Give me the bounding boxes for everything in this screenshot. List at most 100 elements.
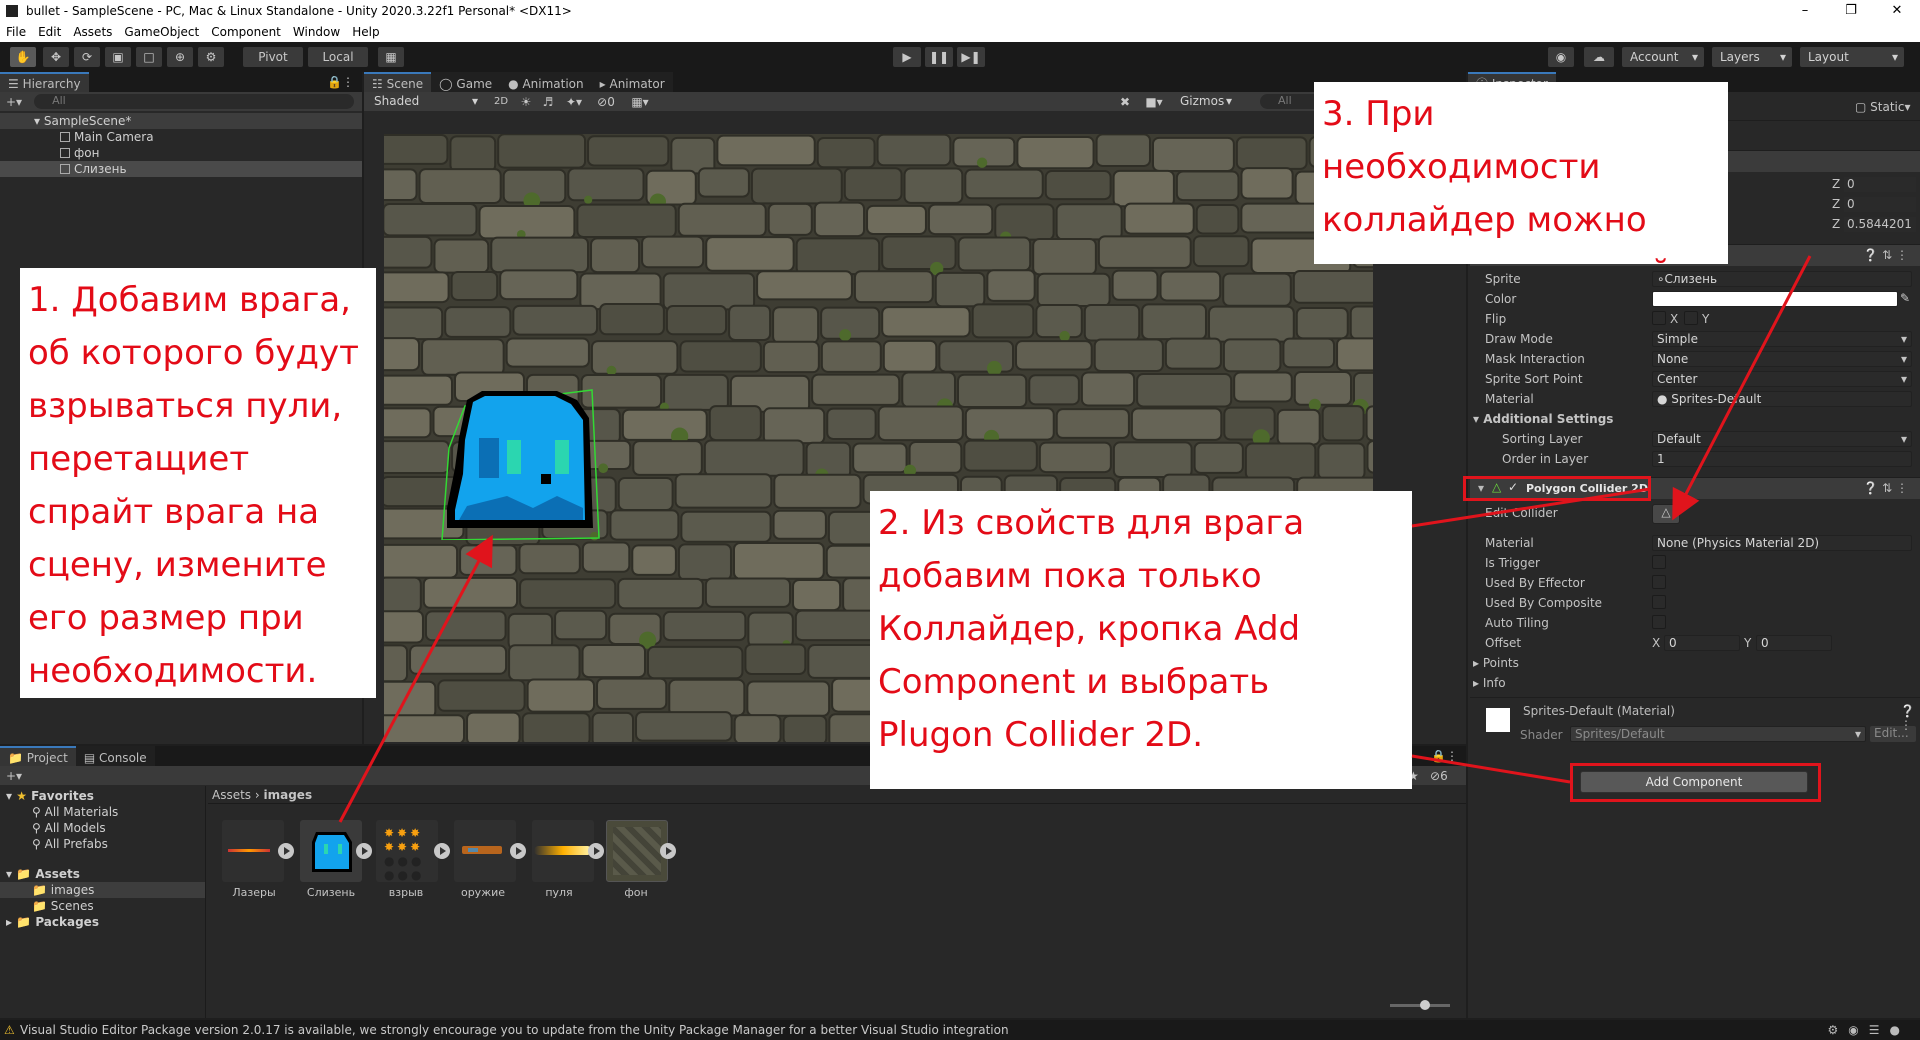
info-foldout[interactable]: ▸ Info xyxy=(1473,676,1506,690)
project-hidden-toggle[interactable]: ⊘6 xyxy=(1430,769,1448,783)
play-icon[interactable] xyxy=(278,843,294,859)
slime-sprite[interactable] xyxy=(437,388,601,541)
color-field[interactable] xyxy=(1652,291,1898,307)
close-button[interactable]: ✕ xyxy=(1874,0,1920,22)
favorites-row[interactable]: ▾ ★ Favorites xyxy=(0,788,205,804)
scene-root-row[interactable]: ▾ SampleScene* xyxy=(0,113,362,129)
component-menu-icon[interactable]: ❔ ⇅ ⋮ xyxy=(1863,248,1908,262)
used-by-composite-checkbox[interactable] xyxy=(1652,595,1666,609)
step-button[interactable]: ▶❚ xyxy=(957,47,985,67)
menu-component[interactable]: Component xyxy=(205,25,287,39)
edit-collider-button[interactable]: △ xyxy=(1652,504,1680,524)
tab-hierarchy[interactable]: ☰ Hierarchy xyxy=(0,72,89,92)
grid-toggle-icon[interactable]: ▦▾ xyxy=(626,93,654,110)
tab-scene[interactable]: ☷ Scene xyxy=(364,72,432,92)
scale-tool-icon[interactable]: ▣ xyxy=(105,47,131,67)
hierarchy-item-fon[interactable]: фон xyxy=(0,145,362,161)
transform-z-field[interactable]: 0 xyxy=(1844,177,1917,192)
tab-project[interactable]: 📁 Project xyxy=(0,746,76,766)
status-message[interactable]: Visual Studio Editor Package version 2.0… xyxy=(20,1023,1009,1037)
minimize-button[interactable]: – xyxy=(1782,0,1828,22)
offset-x-field[interactable]: 0 xyxy=(1664,635,1740,651)
camera-icon[interactable]: ■▾ xyxy=(1140,93,1168,110)
menu-assets[interactable]: Assets xyxy=(67,25,118,39)
lock-icon[interactable]: 🔒⋮ xyxy=(319,72,362,92)
auto-tiling-checkbox[interactable] xyxy=(1652,615,1666,629)
tab-animation[interactable]: ● Animation xyxy=(500,72,592,92)
cloud-icon[interactable]: ☁ xyxy=(1584,47,1614,67)
asset-thumb-slime[interactable] xyxy=(300,820,362,882)
project-lock-icon[interactable]: 🔒⋮ xyxy=(1423,746,1466,766)
play-icon[interactable] xyxy=(588,843,604,859)
shader-dropdown[interactable]: Sprites/Default xyxy=(1570,726,1866,742)
folder-scenes[interactable]: 📁 Scenes xyxy=(0,898,205,914)
lighting-icon[interactable]: ☀ xyxy=(516,93,536,110)
hand-tool-icon[interactable]: ✋ xyxy=(10,47,36,67)
asset-thumb-weapon[interactable] xyxy=(454,820,516,882)
rect-tool-icon[interactable]: □ xyxy=(136,47,162,67)
asset-thumb-lasers[interactable] xyxy=(222,820,284,882)
folder-images[interactable]: 📁 images xyxy=(0,882,205,898)
asset-thumb-explosion[interactable]: ✸✸✸ ✸✸✸ ●●● ●●● xyxy=(376,820,438,882)
draw-mode-dropdown[interactable]: Simple xyxy=(1652,331,1912,347)
fav-all-prefabs[interactable]: ⚲ All Prefabs xyxy=(0,836,205,852)
is-trigger-checkbox[interactable] xyxy=(1652,555,1666,569)
additional-settings-foldout[interactable]: ▾ Additional Settings xyxy=(1473,412,1613,426)
effects-icon[interactable]: ✦▾ xyxy=(560,93,588,110)
menu-help[interactable]: Help xyxy=(346,25,385,39)
grid-snap-icon[interactable]: ▦ xyxy=(378,47,404,67)
component-menu-icon[interactable]: ❔ ⇅ ⋮ xyxy=(1863,481,1908,495)
tab-console[interactable]: ▤ Console xyxy=(75,746,155,766)
gizmos-dropdown[interactable]: Gizmos xyxy=(1172,92,1238,111)
sprite-field[interactable]: ∘Слизень xyxy=(1652,271,1912,287)
order-in-layer-field[interactable]: 1 xyxy=(1652,451,1912,467)
menu-gameobject[interactable]: GameObject xyxy=(118,25,205,39)
flip-y-checkbox[interactable] xyxy=(1684,311,1698,325)
fav-all-models[interactable]: ⚲ All Models xyxy=(0,820,205,836)
breadcrumb-assets[interactable]: Assets xyxy=(212,788,251,802)
menu-window[interactable]: Window xyxy=(287,25,346,39)
material-field[interactable]: ● Sprites-Default xyxy=(1652,391,1912,407)
local-toggle[interactable]: Local xyxy=(308,47,368,67)
audio-icon[interactable]: ♬ xyxy=(538,93,558,110)
tab-game[interactable]: ◯ Game xyxy=(431,72,501,92)
packages-folder-row[interactable]: ▸ 📁 Packages xyxy=(0,914,205,930)
pivot-toggle[interactable]: Pivot xyxy=(243,47,303,67)
points-foldout[interactable]: ▸ Points xyxy=(1473,656,1519,670)
maximize-button[interactable]: ❐ xyxy=(1828,0,1874,22)
hierarchy-item-slime[interactable]: Слизень xyxy=(0,161,362,177)
rotate-tool-icon[interactable]: ⟳ xyxy=(74,47,100,67)
account-dropdown[interactable]: Account xyxy=(1622,47,1704,67)
move-tool-icon[interactable]: ✥ xyxy=(43,47,69,67)
mask-interaction-dropdown[interactable]: None xyxy=(1652,351,1912,367)
hidden-objects-toggle[interactable]: ⊘ 0 xyxy=(590,93,622,110)
transform-z-field[interactable]: 0 xyxy=(1844,197,1917,212)
tab-animator[interactable]: ▸ Animator xyxy=(591,72,673,92)
project-create-button[interactable]: +▾ xyxy=(6,769,22,783)
layout-dropdown[interactable]: Layout xyxy=(1800,47,1904,67)
transform-tool-icon[interactable]: ⊕ xyxy=(167,47,193,67)
transform-z-field[interactable]: 0.5844201 xyxy=(1844,217,1917,232)
create-plus-button[interactable]: +▾ xyxy=(6,95,22,109)
play-button[interactable]: ▶ xyxy=(893,47,921,67)
assets-folder-row[interactable]: ▾ 📁 Assets xyxy=(0,866,205,882)
play-icon[interactable] xyxy=(510,843,526,859)
layers-dropdown[interactable]: Layers xyxy=(1712,47,1792,67)
tools-icon[interactable]: ✖ xyxy=(1114,93,1136,110)
status-icons[interactable]: ⚙◉☰● xyxy=(1828,1020,1910,1040)
hierarchy-item-main-camera[interactable]: Main Camera xyxy=(0,129,362,145)
play-icon[interactable] xyxy=(434,843,450,859)
sprite-sort-point-dropdown[interactable]: Center xyxy=(1652,371,1912,387)
menu-edit[interactable]: Edit xyxy=(32,25,67,39)
collider-material-field[interactable]: None (Physics Material 2D) xyxy=(1652,535,1912,551)
play-icon[interactable] xyxy=(356,843,372,859)
menu-file[interactable]: File xyxy=(0,25,32,39)
static-toggle[interactable]: ▢ Static▾ xyxy=(1855,100,1917,116)
pause-button[interactable]: ❚❚ xyxy=(925,47,953,67)
material-menu-icon[interactable]: ❔ ⋮ xyxy=(1900,704,1920,732)
flip-x-checkbox[interactable] xyxy=(1652,311,1666,325)
collab-icon[interactable]: ◉ xyxy=(1548,47,1574,67)
zoom-slider-handle[interactable] xyxy=(1420,1000,1430,1010)
sorting-layer-dropdown[interactable]: Default xyxy=(1652,431,1912,447)
offset-y-field[interactable]: 0 xyxy=(1756,635,1832,651)
